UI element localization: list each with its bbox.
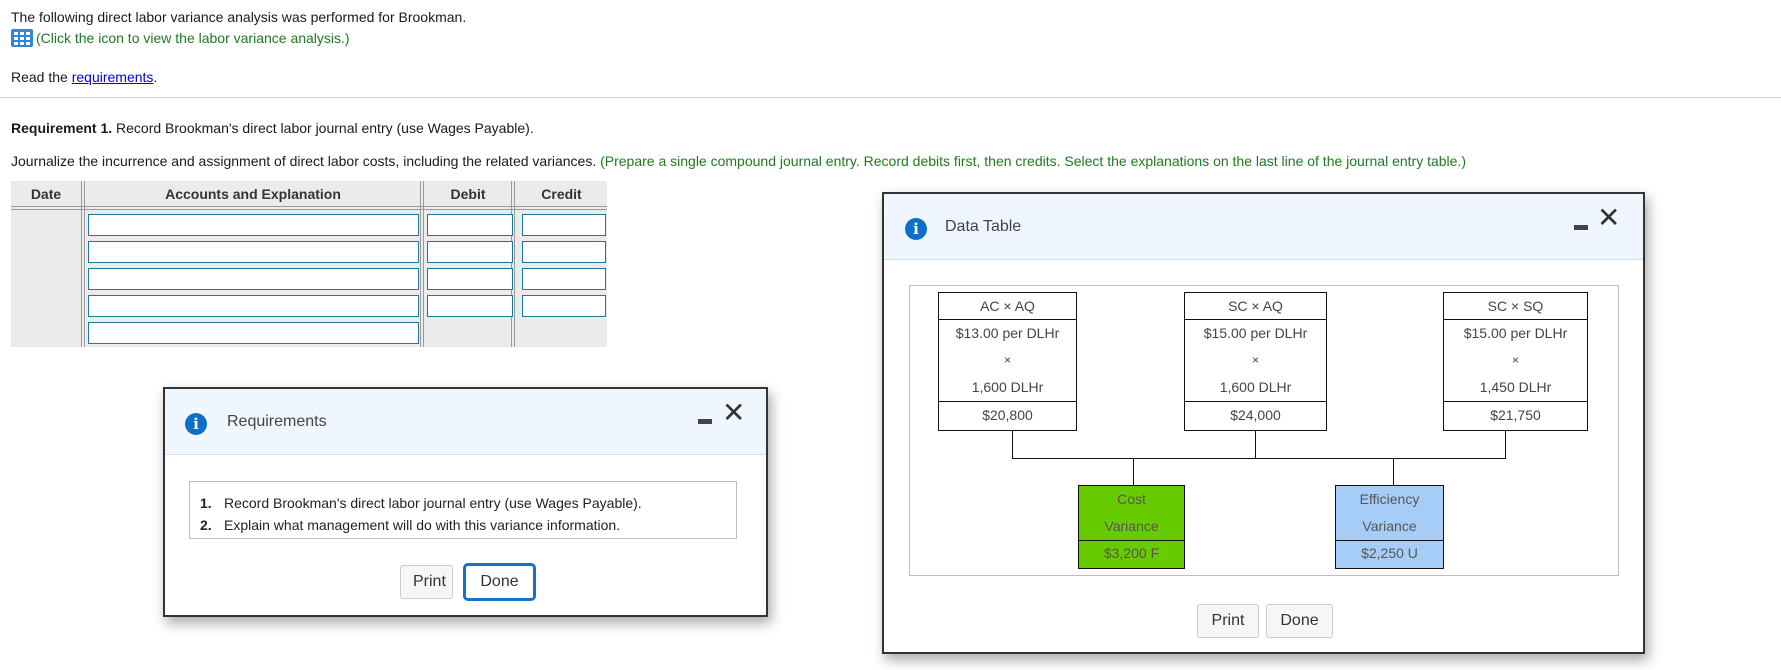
icon-instruction-text: (Click the icon to view the labor varian… (36, 30, 350, 46)
data-table-icon[interactable] (11, 29, 33, 47)
column-header: AC × AQ (939, 293, 1076, 320)
dialog-header: i Requirements ✕ (165, 389, 766, 455)
column-rate: $15.00 per DLHr (1203, 325, 1308, 341)
sc-aq-box: SC × AQ $15.00 per DLHr × 1,600 DLHr $24… (1184, 292, 1327, 431)
print-button[interactable]: Print (1197, 604, 1259, 638)
read-requirements-row: Read the requirements. (11, 69, 157, 85)
header-credit: Credit (541, 185, 582, 202)
close-icon[interactable]: ✕ (1597, 204, 1620, 232)
credit-input-3[interactable] (522, 268, 606, 290)
column-quantity: 1,600 DLHr (1219, 379, 1292, 395)
minimize-icon[interactable] (698, 419, 712, 424)
requirements-list: 1. Record Brookman's direct labor journal… (189, 481, 737, 539)
column-quantity: 1,600 DLHr (971, 379, 1044, 395)
requirement-text: Explain what management will do with thi… (224, 517, 621, 533)
requirement-item: 1. Record Brookman's direct labor journal… (200, 492, 736, 514)
info-icon: i (905, 218, 927, 240)
debit-input-3[interactable] (427, 268, 513, 290)
done-button[interactable]: Done (463, 563, 536, 601)
requirement-item: 2. Explain what management will do with t… (200, 514, 736, 536)
account-input-2[interactable] (88, 241, 419, 263)
sc-sq-box: SC × SQ $15.00 per DLHr × 1,450 DLHr $21… (1443, 292, 1588, 431)
connector-line (1393, 458, 1394, 486)
column-header: SC × AQ (1185, 293, 1326, 320)
dialog-header: i Data Table ✕ (884, 194, 1643, 260)
data-table-dialog: i Data Table ✕ AC × AQ $13.00 per DLHr ×… (882, 192, 1645, 654)
variance-diagram: AC × AQ $13.00 per DLHr × 1,600 DLHr $20… (909, 285, 1619, 576)
debit-input-2[interactable] (427, 241, 513, 263)
times-symbol: × (1511, 353, 1519, 367)
debit-input-1[interactable] (427, 214, 513, 236)
requirement-1-label: Requirement 1. (11, 120, 113, 136)
header-debit: Debit (450, 185, 486, 202)
read-suffix: . (153, 69, 158, 85)
efficiency-variance-box: Efficiency Variance $2,250 U (1335, 485, 1444, 569)
instructions-hint: (Prepare a single compound journal entry… (600, 153, 1466, 169)
variance-label: Efficiency (1359, 491, 1420, 507)
column-rate: $13.00 per DLHr (955, 325, 1060, 341)
variance-label: Variance (1104, 518, 1159, 534)
connector-line (1505, 431, 1506, 459)
instructions-text: Journalize the incurrence and assignment… (11, 153, 601, 169)
requirement-text: Record Brookman's direct labor journal e… (224, 495, 642, 511)
header-divider (11, 206, 607, 210)
account-input-1[interactable] (88, 214, 419, 236)
column-total: $21,750 (1444, 401, 1587, 427)
connector-line (1255, 431, 1256, 459)
requirement-1-text: Record Brookman's direct labor journal e… (112, 120, 534, 136)
explanation-input[interactable] (88, 322, 419, 344)
connector-line (1012, 458, 1506, 459)
intro-text: The following direct labor variance anal… (11, 9, 467, 25)
header-accounts: Accounts and Explanation (165, 185, 341, 202)
requirements-dialog: i Requirements ✕ 1. Record Brookman's dir… (163, 387, 768, 617)
column-rate: $15.00 per DLHr (1463, 325, 1568, 341)
account-input-4[interactable] (88, 295, 419, 317)
close-icon[interactable]: ✕ (722, 399, 745, 427)
section-divider (0, 97, 1781, 98)
print-button[interactable]: Print (400, 565, 453, 599)
debit-input-4[interactable] (427, 295, 513, 317)
header-date: Date (30, 185, 62, 202)
column-quantity: 1,450 DLHr (1479, 379, 1552, 395)
times-symbol: × (1003, 353, 1011, 367)
variance-label: Variance (1362, 518, 1417, 534)
done-button[interactable]: Done (1266, 604, 1333, 638)
labor-variance-link-row: (Click the icon to view the labor varian… (11, 29, 350, 47)
minimize-icon[interactable] (1574, 225, 1588, 230)
requirements-link[interactable]: requirements (72, 69, 154, 85)
read-prefix: Read the (11, 69, 72, 85)
requirement-number: 1. (200, 495, 212, 511)
variance-amount: $3,200 F (1079, 540, 1184, 565)
requirement-1-heading: Requirement 1. Record Brookman's direct … (11, 120, 534, 136)
connector-line (1012, 431, 1013, 459)
journal-instructions: Journalize the incurrence and assignment… (11, 153, 1466, 169)
dialog-title: Data Table (945, 218, 1022, 235)
cost-variance-box: Cost Variance $3,200 F (1078, 485, 1185, 569)
connector-line (1133, 458, 1134, 486)
journal-entry-table: Date Accounts and Explanation Debit Cred… (11, 181, 607, 347)
ac-aq-box: AC × AQ $13.00 per DLHr × 1,600 DLHr $20… (938, 292, 1077, 431)
credit-input-4[interactable] (522, 295, 606, 317)
variance-label: Cost (1117, 491, 1146, 507)
column-header: SC × SQ (1444, 293, 1587, 320)
times-symbol: × (1251, 353, 1259, 367)
info-icon: i (185, 413, 207, 435)
requirement-number: 2. (200, 517, 212, 533)
credit-input-1[interactable] (522, 214, 606, 236)
column-total: $24,000 (1185, 401, 1326, 427)
column-total: $20,800 (939, 401, 1076, 427)
variance-amount: $2,250 U (1336, 540, 1443, 565)
account-input-3[interactable] (88, 268, 419, 290)
credit-input-2[interactable] (522, 241, 606, 263)
dialog-title: Requirements (227, 413, 327, 430)
